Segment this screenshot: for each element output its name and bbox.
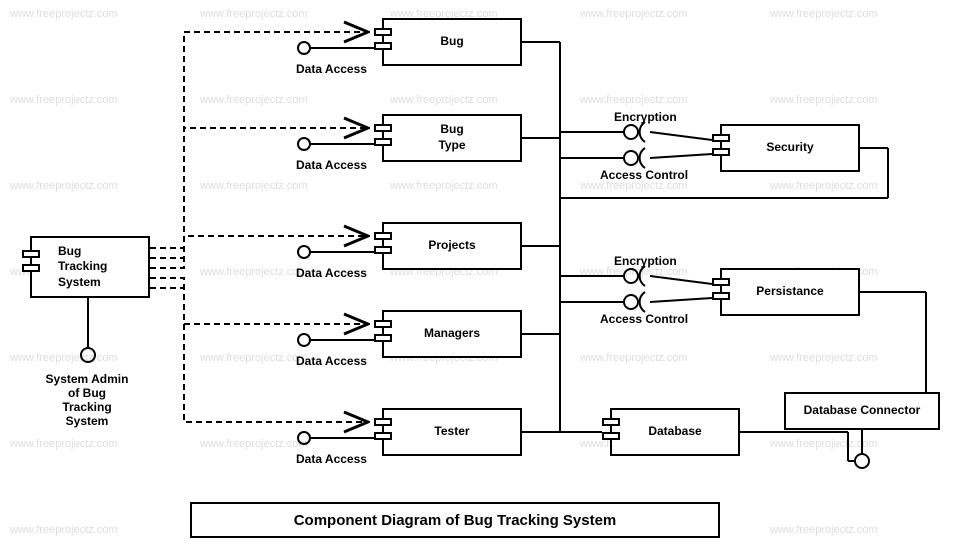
port-icon [22,250,40,258]
watermark: www.freeprojectz.com [770,438,878,450]
watermark: www.freeprojectz.com [10,94,118,106]
watermark: www.freeprojectz.com [390,94,498,106]
security-label: Security [766,140,813,156]
watermark: www.freeprojectz.com [580,8,688,20]
watermark: www.freeprojectz.com [200,266,308,278]
port-icon [602,418,620,426]
data-access-label: Data Access [296,62,367,76]
port-icon [712,292,730,300]
watermark: www.freeprojectz.com [10,8,118,20]
data-access-label: Data Access [296,452,367,466]
port-icon [712,148,730,156]
component-projects: Projects [382,222,522,270]
system-label: Bug Tracking System [58,244,107,291]
port-icon [712,134,730,142]
watermark: www.freeprojectz.com [770,524,878,536]
encryption-label: Encryption [614,254,677,268]
port-icon [374,432,392,440]
watermark: www.freeprojectz.com [770,352,878,364]
component-persistance: Persistance [720,268,860,316]
component-security: Security [720,124,860,172]
port-icon [374,42,392,50]
port-icon [602,432,620,440]
admin-label: System Admin of Bug Tracking System [32,372,142,428]
port-icon [712,278,730,286]
projects-label: Projects [428,238,475,254]
watermark: www.freeprojectz.com [200,352,308,364]
port-icon [374,124,392,132]
bug-label: Bug [440,34,463,50]
component-bug-tracking-system: Bug Tracking System [30,236,150,298]
component-database: Database [610,408,740,456]
component-tester: Tester [382,408,522,456]
watermark: www.freeprojectz.com [580,94,688,106]
dbconnector-label: Database Connector [804,403,921,419]
persistance-label: Persistance [756,284,823,300]
title-text: Component Diagram of Bug Tracking System [294,512,617,529]
port-icon [374,246,392,254]
component-db-connector: Database Connector [784,392,940,430]
port-icon [374,232,392,240]
database-label: Database [648,424,701,440]
watermark: www.freeprojectz.com [770,8,878,20]
watermark: www.freeprojectz.com [390,180,498,192]
data-access-label: Data Access [296,158,367,172]
watermark: www.freeprojectz.com [200,180,308,192]
managers-label: Managers [424,326,480,342]
port-icon [374,28,392,36]
watermark: www.freeprojectz.com [580,352,688,364]
component-bug-type: Bug Type [382,114,522,162]
port-icon [22,264,40,272]
tester-label: Tester [434,424,469,440]
watermark: www.freeprojectz.com [10,180,118,192]
data-access-label: Data Access [296,266,367,280]
watermark: www.freeprojectz.com [10,524,118,536]
component-bug: Bug [382,18,522,66]
watermark: www.freeprojectz.com [10,438,118,450]
watermark: www.freeprojectz.com [770,94,878,106]
access-control-label: Access Control [600,168,688,182]
encryption-label: Encryption [614,110,677,124]
diagram-title: Component Diagram of Bug Tracking System [190,502,720,538]
component-managers: Managers [382,310,522,358]
watermark: www.freeprojectz.com [200,438,308,450]
port-icon [374,334,392,342]
watermark: www.freeprojectz.com [10,352,118,364]
access-control-label: Access Control [600,312,688,326]
watermark: www.freeprojectz.com [770,180,878,192]
watermark: www.freeprojectz.com [200,94,308,106]
port-icon [374,320,392,328]
data-access-label: Data Access [296,354,367,368]
bugtype-label: Bug Type [438,122,465,153]
watermark: www.freeprojectz.com [200,8,308,20]
port-icon [374,418,392,426]
port-icon [374,138,392,146]
